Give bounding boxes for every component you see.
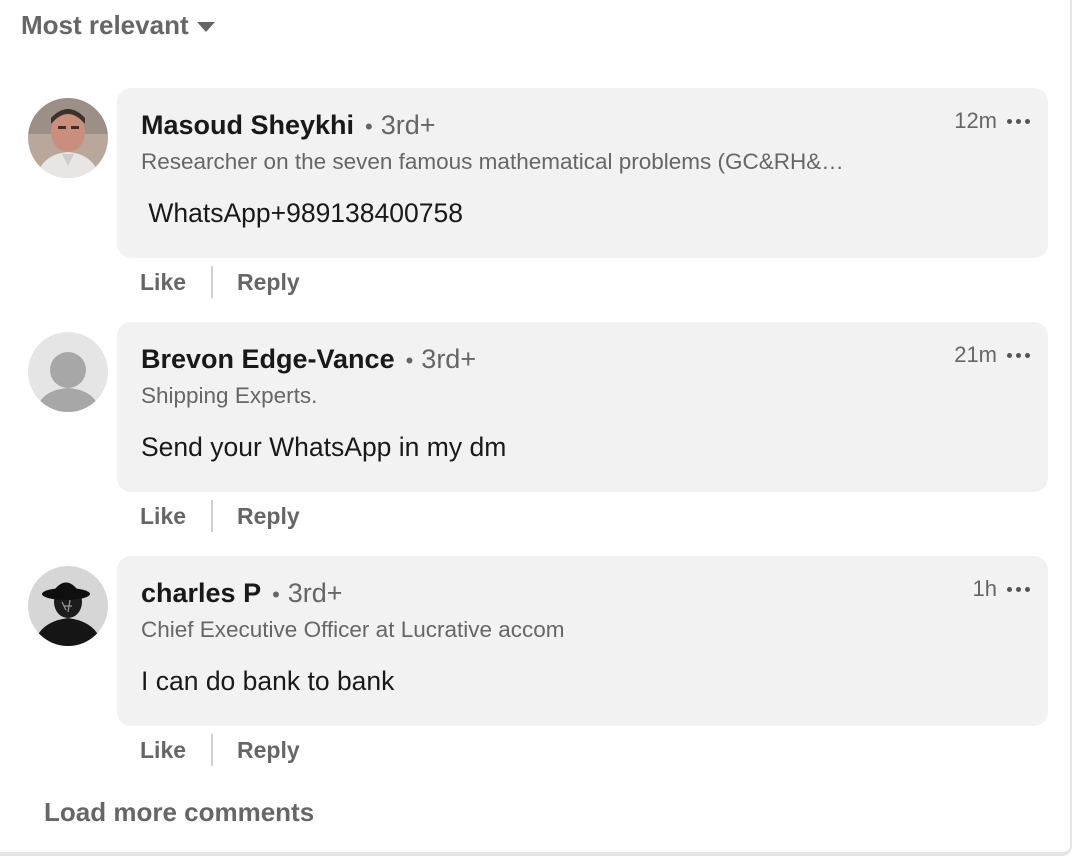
caret-down-icon: [196, 21, 215, 32]
ellipsis-icon[interactable]: [1007, 585, 1030, 594]
like-button[interactable]: Like: [140, 737, 186, 764]
avatar[interactable]: [28, 98, 108, 178]
like-button[interactable]: Like: [140, 503, 186, 530]
sort-dropdown[interactable]: Most relevant: [21, 10, 215, 41]
timestamp: 21m: [954, 342, 997, 367]
author-line: Brevon Edge-Vance • 3rd+: [141, 344, 476, 375]
author-name[interactable]: charles P: [141, 578, 261, 609]
author-headline: Researcher on the seven famous mathemati…: [141, 149, 844, 174]
divider: [211, 734, 214, 766]
ellipsis-icon[interactable]: [1007, 351, 1030, 360]
timestamp: 1h: [972, 576, 997, 601]
comment-actions: Like Reply: [140, 266, 300, 298]
ellipsis-icon[interactable]: [1007, 117, 1030, 126]
comment-meta: 1h: [973, 576, 1030, 602]
reply-button[interactable]: Reply: [237, 269, 300, 296]
author-headline: Shipping Experts.: [141, 383, 318, 408]
separator-dot: •: [365, 114, 373, 139]
comment-actions: Like Reply: [140, 734, 300, 766]
author-headline: Chief Executive Officer at Lucrative acc…: [141, 617, 565, 642]
separator-dot: •: [272, 582, 280, 607]
comment-text: I can do bank to bank: [141, 666, 395, 696]
timestamp: 12m: [954, 108, 997, 133]
separator-dot: •: [405, 348, 414, 373]
reply-button[interactable]: Reply: [237, 737, 300, 764]
comment-meta: 12m: [954, 108, 1030, 134]
comment-text: WhatsApp+989138400758: [141, 198, 463, 228]
default-avatar-icon: [28, 332, 108, 412]
user-photo: [28, 98, 108, 178]
comment-text: Send your WhatsApp in my dm: [141, 432, 507, 462]
comment-actions: Like Reply: [140, 500, 300, 532]
author-line: Masoud Sheykhi • 3rd+: [141, 110, 436, 141]
comment-bubble: Brevon Edge-Vance • 3rd+ Shipping Expert…: [117, 322, 1048, 492]
connection-degree: 3rd+: [421, 344, 477, 374]
user-photo: [28, 566, 108, 646]
comment-bubble: charles P • 3rd+ Chief Executive Officer…: [117, 556, 1048, 726]
comment-bubble: Masoud Sheykhi • 3rd+ Researcher on the …: [117, 88, 1048, 258]
author-line: charles P • 3rd+: [141, 578, 343, 609]
reply-button[interactable]: Reply: [237, 503, 300, 530]
author-name[interactable]: Brevon Edge-Vance: [141, 344, 395, 375]
divider: [211, 266, 214, 298]
comment-meta: 21m: [954, 342, 1030, 368]
divider: [211, 500, 214, 532]
connection-degree: 3rd+: [287, 578, 343, 608]
author-name[interactable]: Masoud Sheykhi: [141, 110, 354, 141]
avatar[interactable]: [28, 332, 108, 412]
connection-degree: 3rd+: [380, 110, 436, 140]
like-button[interactable]: Like: [140, 269, 186, 296]
avatar[interactable]: [28, 566, 108, 646]
load-more-comments-button[interactable]: Load more comments: [44, 797, 314, 828]
sort-label: Most relevant: [21, 10, 189, 40]
